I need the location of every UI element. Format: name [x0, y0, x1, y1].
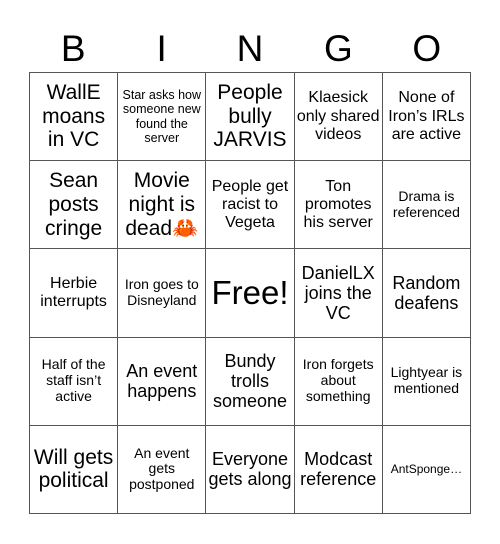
cell-text: Random deafens [392, 272, 461, 313]
cell-text: People get racist to Vegeta [211, 177, 289, 231]
cell-text: Klaesick only shared videos [296, 89, 380, 143]
cell-text: Iron goes to Disneyland [124, 276, 199, 308]
header-letter-b: B [60, 28, 86, 69]
header-letter-o: O [412, 28, 442, 69]
cell-text: Everyone gets along [208, 449, 292, 490]
cell-text: Lightyear is mentioned [390, 364, 463, 397]
bingo-cell[interactable]: Iron forgets about something [294, 337, 383, 426]
bingo-cell[interactable]: Iron goes to Disneyland [118, 249, 207, 338]
bingo-cell[interactable]: Will gets political [30, 425, 119, 514]
cell-text: Star asks how someone new found the serv… [122, 88, 202, 145]
cell-text: Free! [211, 274, 289, 312]
cell-text: Modcast reference [300, 449, 377, 490]
cell-text: Will gets political [33, 445, 114, 493]
cell-text: Bundy trolls someone [212, 350, 288, 412]
bingo-cell[interactable]: Half of the staff isn’t active [30, 337, 119, 426]
bingo-cell[interactable]: An event happens [118, 337, 207, 426]
cell-text: AntSponge… [390, 461, 463, 476]
bingo-cell[interactable]: Bundy trolls someone [206, 337, 295, 426]
cell-text: DanielLX joins the VC [301, 262, 375, 324]
bingo-cell[interactable]: Herbie interrupts [30, 249, 119, 338]
bingo-cell[interactable]: AntSponge… [382, 425, 471, 514]
cell-text: Half of the staff isn’t active [41, 356, 106, 405]
bingo-cell[interactable]: DanielLX joins the VC [294, 249, 383, 338]
cell-text: Drama is referenced [392, 187, 460, 220]
bingo-cell[interactable]: Movie night is dead🦀 [118, 161, 207, 250]
bingo-cell[interactable]: Klaesick only shared videos [294, 73, 383, 162]
bingo-cell[interactable]: An event gets postponed [118, 425, 207, 514]
bingo-cell[interactable]: None of Iron’s IRLs are active [382, 73, 471, 162]
cell-text: None of Iron’s IRLs are active [388, 89, 465, 143]
header-letter-g: G [324, 28, 353, 69]
bingo-cell[interactable]: Lightyear is mentioned [382, 337, 471, 426]
free-space[interactable]: Free! [206, 249, 295, 338]
bingo-cell[interactable]: People get racist to Vegeta [206, 161, 295, 250]
bingo-cell[interactable]: People bully JARVIS [206, 73, 295, 162]
bingo-grid: WallE moans in VC Star asks how someone … [29, 72, 471, 514]
cell-text: People bully JARVIS [213, 81, 287, 152]
cell-text: Movie night is dead🦀 [125, 169, 199, 240]
cell-text: Herbie interrupts [40, 274, 107, 310]
header-letter-n: N [236, 28, 264, 69]
cell-text: Ton promotes his server [303, 177, 373, 231]
cell-text: Iron forgets about something [302, 356, 374, 405]
bingo-cell[interactable]: Ton promotes his server [294, 161, 383, 250]
bingo-cell[interactable]: Sean posts cringe [30, 161, 119, 250]
cell-text: An event happens [126, 360, 198, 402]
bingo-cell[interactable]: WallE moans in VC [30, 73, 119, 162]
cell-text: WallE moans in VC [42, 81, 106, 152]
bingo-cell[interactable]: Drama is referenced [382, 161, 471, 250]
bingo-header: B I N G O [29, 26, 471, 72]
cell-text: Sean posts cringe [44, 169, 103, 240]
bingo-cell[interactable]: Modcast reference [294, 425, 383, 514]
bingo-cell[interactable]: Star asks how someone new found the serv… [118, 73, 207, 162]
cell-text: An event gets postponed [129, 444, 195, 493]
bingo-cell[interactable]: Random deafens [382, 249, 471, 338]
bingo-cell[interactable]: Everyone gets along [206, 425, 295, 514]
header-letter-i: I [156, 28, 167, 69]
